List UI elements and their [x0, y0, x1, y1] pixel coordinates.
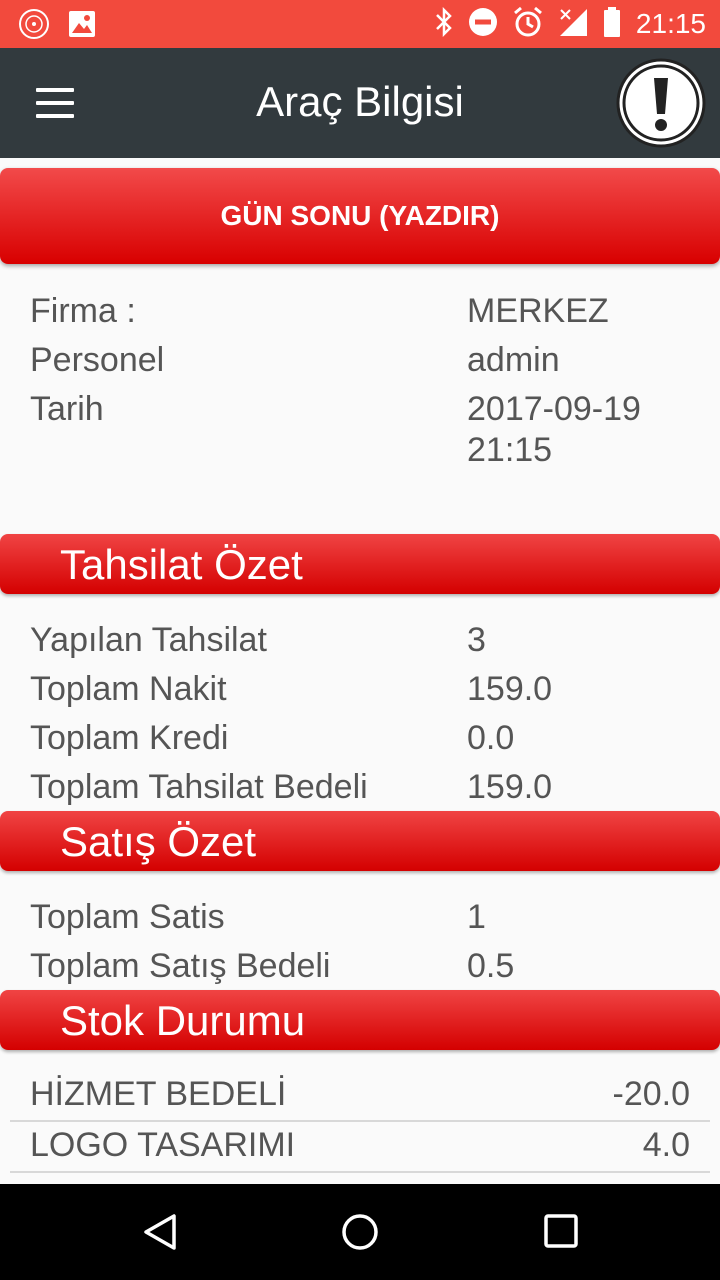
page-title: Araç Bilgisi	[256, 78, 464, 125]
personel-value: admin	[467, 341, 560, 379]
do-not-disturb-icon	[468, 7, 498, 41]
back-icon[interactable]	[140, 1212, 180, 1252]
tarih-date: 2017-09-19	[467, 390, 641, 428]
recents-icon[interactable]	[542, 1212, 582, 1252]
list-item: HİZMET BEDELİ -20.0	[10, 1070, 710, 1122]
app-bar: Araç Bilgisi	[0, 48, 720, 158]
personel-label: Personel	[30, 341, 165, 379]
section-title: Tahsilat Özet	[60, 541, 303, 588]
tahsilat-row-value: 159.0	[467, 670, 553, 708]
bluetooth-icon	[434, 6, 454, 41]
tarih-label: Tarih	[30, 390, 104, 428]
stock-item-name: HİZMET BEDELİ	[30, 1075, 287, 1113]
app-logo-icon	[18, 8, 50, 44]
tarih-time: 21:15	[467, 431, 553, 469]
status-bar: 21:15	[0, 0, 720, 48]
firma-value: MERKEZ	[467, 292, 609, 330]
stock-item-value: -20.0	[612, 1075, 691, 1113]
image-icon	[68, 10, 96, 42]
tahsilat-ozet-header: Tahsilat Özet	[0, 534, 720, 594]
status-time: 21:15	[635, 8, 706, 39]
tahsilat-row-label: Toplam Nakit	[30, 670, 227, 708]
tahsilat-row-label: Toplam Kredi	[30, 719, 229, 757]
satis-row-value: 1	[467, 898, 486, 936]
section-title: Satış Özet	[60, 818, 257, 865]
stock-item-value: 4.0	[642, 1126, 690, 1164]
stock-item-name: LOGO TASARIMI	[30, 1126, 296, 1164]
list-item: LOGO TASARIMI 4.0	[10, 1121, 710, 1173]
end-of-day-print-button[interactable]: GÜN SONU (YAZDIR)	[0, 168, 720, 264]
signal-icon	[558, 7, 588, 41]
tahsilat-row-label: Toplam Tahsilat Bedeli	[30, 768, 368, 806]
battery-icon	[602, 6, 622, 42]
satis-row-label: Toplam Satis	[30, 898, 225, 936]
section-title: Stok Durumu	[60, 997, 306, 1044]
navigation-bar	[0, 1184, 720, 1280]
stok-durumu-header: Stok Durumu	[0, 990, 720, 1050]
home-icon[interactable]	[340, 1212, 380, 1252]
tahsilat-row-value: 0.0	[467, 719, 515, 757]
tahsilat-row-value: 159.0	[467, 768, 553, 806]
alarm-icon	[512, 6, 544, 42]
satis-ozet-header: Satış Özet	[0, 811, 720, 871]
tahsilat-row-value: 3	[467, 621, 486, 659]
satis-row-value: 0.5	[467, 947, 515, 985]
tahsilat-row-label: Yapılan Tahsilat	[30, 621, 267, 659]
satis-row-label: Toplam Satış Bedeli	[30, 947, 331, 985]
firma-label: Firma :	[30, 292, 136, 330]
alert-icon[interactable]	[616, 58, 706, 148]
